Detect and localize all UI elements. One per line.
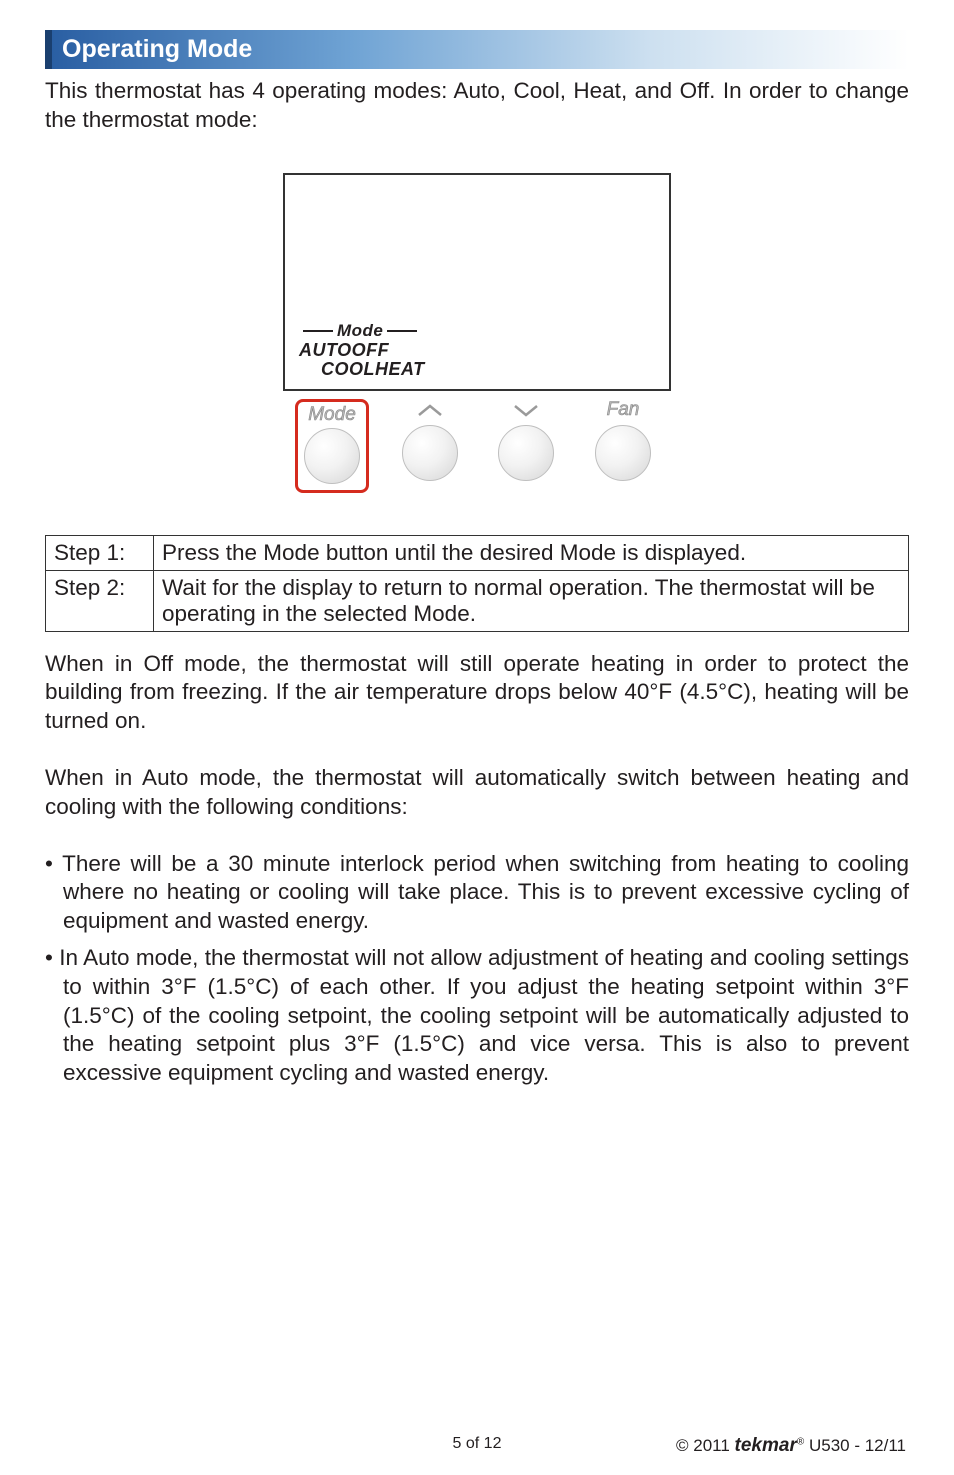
mode-button[interactable] bbox=[304, 428, 360, 484]
step-label: Step 1: bbox=[46, 535, 154, 570]
table-row: Step 1: Press the Mode button until the … bbox=[46, 535, 909, 570]
intro-paragraph: This thermostat has 4 operating modes: A… bbox=[45, 77, 909, 135]
steps-table: Step 1: Press the Mode button until the … bbox=[45, 535, 909, 632]
chevron-up-icon bbox=[417, 399, 443, 421]
section-header: Operating Mode bbox=[45, 30, 909, 69]
lcd-mode-line: Mode bbox=[299, 321, 425, 341]
mode-button-label: Mode bbox=[308, 404, 356, 426]
footer-right: © 2011 tekmar® U530 - 12/11 bbox=[676, 1435, 906, 1457]
step-text: Press the Mode button until the desired … bbox=[154, 535, 909, 570]
brand-name: tekmar bbox=[735, 1435, 797, 1456]
lcd-screen: Mode AUTOOFF COOLHEAT bbox=[283, 173, 671, 391]
step-text: Wait for the display to return to normal… bbox=[154, 570, 909, 631]
down-button[interactable] bbox=[498, 425, 554, 481]
copyright: © 2011 bbox=[676, 1436, 730, 1455]
lcd-mode-word: Mode bbox=[337, 321, 383, 341]
fan-button-label: Fan bbox=[607, 399, 640, 421]
lcd-auto-off: AUTOOFF bbox=[299, 341, 425, 360]
up-button[interactable] bbox=[402, 425, 458, 481]
step-label: Step 2: bbox=[46, 570, 154, 631]
table-row: Step 2: Wait for the display to return t… bbox=[46, 570, 909, 631]
list-item: There will be a 30 minute interlock peri… bbox=[45, 850, 909, 936]
chevron-down-icon bbox=[513, 399, 539, 421]
mode-button-highlight: Mode bbox=[295, 399, 369, 493]
page-number: 5 of 12 bbox=[453, 1435, 502, 1453]
off-mode-paragraph: When in Off mode, the thermostat will st… bbox=[45, 650, 909, 736]
thermostat-diagram: Mode AUTOOFF COOLHEAT Mode bbox=[45, 173, 909, 493]
conditions-list: There will be a 30 minute interlock peri… bbox=[45, 850, 909, 1088]
page-footer: 5 of 12 © 2011 tekmar® U530 - 12/11 bbox=[0, 1435, 954, 1457]
list-item: In Auto mode, the thermostat will not al… bbox=[45, 944, 909, 1088]
lcd-cool-heat: COOLHEAT bbox=[299, 360, 425, 379]
fan-button[interactable] bbox=[595, 425, 651, 481]
auto-mode-intro: When in Auto mode, the thermostat will a… bbox=[45, 764, 909, 822]
doc-id: U530 - 12/11 bbox=[804, 1436, 906, 1455]
button-row: Mode Fan bbox=[283, 391, 671, 493]
